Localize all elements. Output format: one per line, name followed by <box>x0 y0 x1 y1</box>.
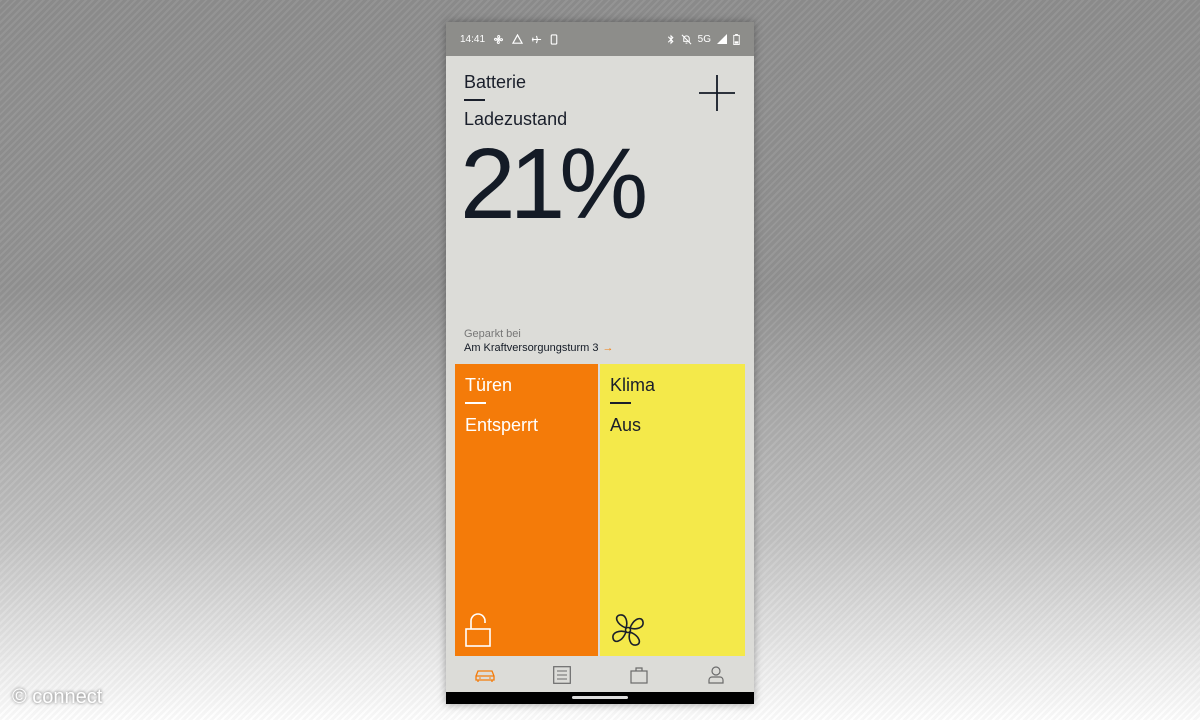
muted-bell-icon <box>681 34 692 44</box>
fan-icon <box>493 34 504 44</box>
parked-label: Geparkt bei <box>464 328 521 340</box>
list-icon <box>552 666 571 684</box>
doors-tile[interactable]: Türen Entsperrt <box>455 364 598 656</box>
phone-icon <box>550 33 558 45</box>
climate-title: Klima <box>610 375 656 395</box>
parked-location[interactable]: Geparkt bei Am Kraftversorgungsturm 3 → <box>464 327 614 355</box>
plus-icon <box>699 75 735 111</box>
nav-car[interactable] <box>465 660 505 690</box>
bluetooth-icon <box>667 34 674 44</box>
nav-shop[interactable] <box>619 660 659 690</box>
parked-address[interactable]: Am Kraftversorgungsturm 3 → <box>464 341 614 355</box>
climate-tile[interactable]: Klima Aus <box>600 364 745 656</box>
battery-icon <box>733 33 740 45</box>
watermark: © connect <box>12 686 103 708</box>
car-icon <box>474 670 495 682</box>
add-button[interactable] <box>698 74 736 112</box>
home-indicator[interactable] <box>572 696 628 699</box>
climate-status: Aus <box>610 414 642 435</box>
nav-profile[interactable] <box>696 660 736 690</box>
nav-list[interactable] <box>542 660 582 690</box>
charge-percentage: 21% <box>460 128 648 240</box>
recycle-icon <box>512 33 524 44</box>
status-bar: 14:41 5G <box>446 22 754 56</box>
climate-divider <box>610 402 631 404</box>
fan-icon <box>612 614 644 646</box>
phone-screen: 14:41 5G Batterie Ladezustand 21% Gepark… <box>446 22 754 704</box>
gesture-bar <box>446 692 754 704</box>
signal-icon <box>717 34 727 44</box>
status-time: 14:41 <box>460 33 486 45</box>
doors-status: Entsperrt <box>465 414 539 435</box>
title-divider <box>464 99 485 101</box>
airplane-icon <box>531 35 542 43</box>
parked-address-text: Am Kraftversorgungsturm 3 <box>464 342 599 354</box>
network-type: 5G <box>697 33 711 45</box>
arrow-right-icon: → <box>602 342 614 354</box>
bottom-navigation <box>446 658 754 692</box>
person-icon <box>707 666 724 684</box>
doors-divider <box>465 402 486 404</box>
doors-title: Türen <box>465 375 513 395</box>
bag-icon <box>629 667 648 684</box>
unlocked-padlock-icon <box>465 613 491 647</box>
